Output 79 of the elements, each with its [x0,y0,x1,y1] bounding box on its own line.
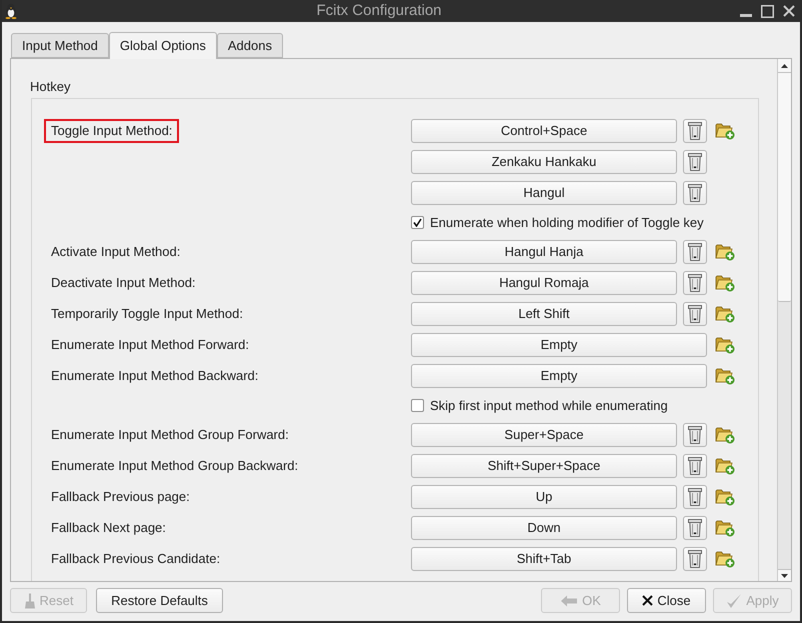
setting-label: Activate Input Method: [51,244,180,260]
checkbox-label: Skip first input method while enumerating [430,396,668,415]
up-arrow-icon [781,64,788,68]
key-button[interactable]: Control+Space [411,119,677,143]
remove-key-button[interactable] [683,454,707,478]
close-icon[interactable] [783,5,795,17]
folder-plus-icon[interactable] [715,305,735,323]
broom-icon [24,592,36,608]
key-button[interactable]: Hangul [411,181,677,205]
setting-label: Fallback Next page: [51,520,166,536]
remove-key-button[interactable] [683,240,707,264]
key-button[interactable]: Empty [411,333,707,357]
remove-key-button[interactable] [683,181,707,205]
setting-label: Fallback Previous page: [51,489,190,505]
key-button[interactable]: Hangul Romaja [411,271,677,295]
remove-key-button[interactable] [683,516,707,540]
key-button[interactable]: Up [411,485,677,509]
checkbox-label: Enumerate when holding modifier of Toggle key [430,214,704,232]
maximize-icon[interactable] [761,4,774,18]
tab[interactable]: Global Options [108,32,217,59]
remove-key-button[interactable] [683,150,707,174]
remove-key-button[interactable] [683,271,707,295]
remove-key-button[interactable] [683,119,707,143]
trash-icon [688,243,702,261]
folder-plus-icon[interactable] [715,457,735,475]
remove-key-button[interactable] [683,547,707,571]
folder-plus-icon[interactable] [715,336,735,354]
scroll-up-button[interactable] [778,59,791,73]
trash-icon [688,305,702,323]
setting-label: Temporarily Toggle Input Method: [51,306,243,322]
remove-key-button[interactable] [683,302,707,326]
checkmark-icon [413,218,422,227]
group-title: Hotkey [30,79,70,95]
trash-icon [688,274,702,292]
folder-plus-icon[interactable] [715,274,735,292]
setting-label: Enumerate Input Method Group Forward: [51,427,289,443]
trash-icon [688,426,702,444]
scrollbar-thumb[interactable] [778,73,791,302]
trash-icon [688,488,702,506]
checkbox[interactable] [411,216,424,229]
checkbox[interactable] [411,399,424,412]
setting-label: Enumerate Input Method Backward: [51,368,258,384]
trash-icon [688,519,702,537]
key-button[interactable]: Super+Space [411,423,677,447]
key-button[interactable]: Shift+Super+Space [411,454,677,478]
key-button[interactable]: Empty [411,364,707,388]
arrow-icon [560,594,578,608]
setting-label: Toggle Input Method: [51,123,172,138]
trash-icon [688,550,702,568]
scroll-down-button[interactable] [778,569,791,581]
down-arrow-icon [781,574,788,578]
setting-label: Enumerate Input Method Group Backward: [51,458,298,474]
key-button[interactable]: Zenkaku Hankaku [411,150,677,174]
window-title: Fcitx Configuration [315,0,443,21]
setting-label: Deactivate Input Method: [51,275,196,291]
dialog-button[interactable]: Restore Defaults [96,588,223,613]
folder-plus-icon[interactable] [715,550,735,568]
key-button[interactable]: Left Shift [411,302,677,326]
dialog-button[interactable]: Close [627,588,706,613]
folder-plus-icon[interactable] [715,122,735,140]
key-button[interactable]: Shift+Tab [411,547,677,571]
trash-icon [688,122,702,140]
setting-label: Fallback Previous Candidate: [51,551,220,567]
key-button[interactable]: Down [411,516,677,540]
folder-plus-icon[interactable] [715,426,735,444]
tab[interactable]: Input Method [11,33,109,58]
trash-icon [688,184,702,202]
remove-key-button[interactable] [683,423,707,447]
setting-label: Enumerate Input Method Forward: [51,337,249,353]
folder-plus-icon[interactable] [715,488,735,506]
folder-plus-icon[interactable] [715,243,735,261]
folder-plus-icon[interactable] [715,519,735,537]
remove-key-button[interactable] [683,485,707,509]
folder-plus-icon[interactable] [715,367,735,385]
trash-icon [688,457,702,475]
key-button[interactable]: Hangul Hanja [411,240,677,264]
close-icon [642,595,654,606]
trash-icon [688,153,702,171]
tab[interactable]: Addons [216,33,283,58]
